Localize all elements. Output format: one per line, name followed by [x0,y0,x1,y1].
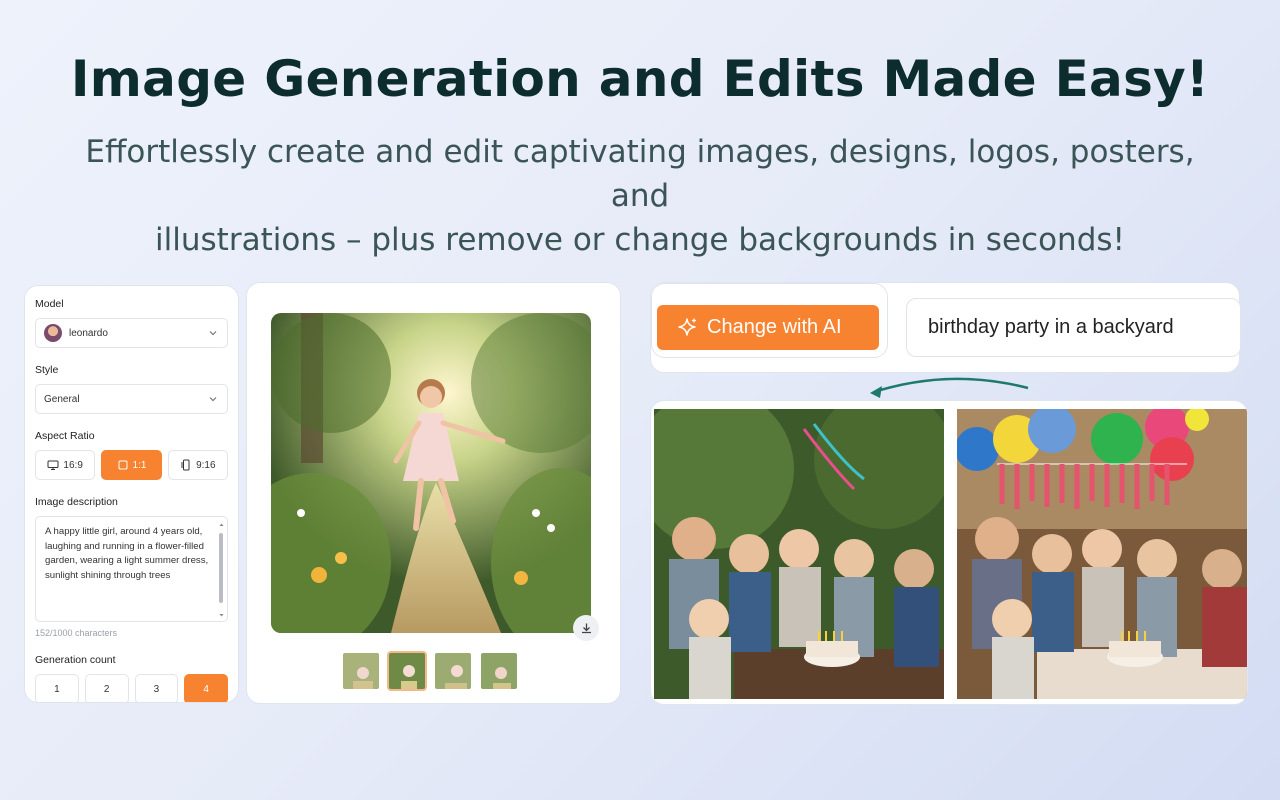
subtitle-line-2: illustrations – plus remove or change ba… [155,222,1125,258]
image-description-text: A happy little girl, around 4 years old,… [45,526,209,581]
generation-count-3[interactable]: 3 [134,674,179,702]
download-icon [581,623,591,633]
arrow-icon [870,377,1029,398]
edit-prompt-text: birthday party in a backyard [928,316,1174,338]
change-with-ai-button[interactable]: Change with AI [657,305,879,350]
model-select[interactable]: leonardo [35,318,228,348]
chevron-down-icon [209,397,217,402]
chevron-down-icon [209,331,217,336]
thumbnail-strip [341,651,519,691]
thumbnail[interactable] [433,651,473,691]
monitor-icon [47,460,59,470]
generation-count-4[interactable]: 4 [184,674,228,702]
thumbnail[interactable] [341,651,381,691]
generation-count-group: 1 2 3 4 [35,674,228,702]
aspect-ratio-group: 16:9 1:1 9:16 [35,450,228,480]
generation-count-1[interactable]: 1 [35,674,79,702]
original-photo [654,409,944,699]
style-select[interactable]: General [35,384,228,414]
scrollbar-thumb[interactable] [219,533,223,603]
edited-photo [957,409,1247,699]
subtitle-line-1: Effortlessly create and edit captivating… [85,134,1195,214]
edit-prompt-input[interactable]: birthday party in a backyard [906,298,1241,357]
sparkle-icon [678,317,696,336]
generated-image-card [246,282,621,704]
aspect-9-16-button[interactable]: 9:16 [167,450,228,480]
download-button[interactable] [573,615,599,641]
generation-count-2[interactable]: 2 [84,674,129,702]
model-label: Model [35,298,64,310]
aspect-ratio-label: Aspect Ratio [35,430,95,442]
phone-icon [181,459,190,471]
style-value: General [44,393,80,405]
generation-count-label: Generation count [35,654,116,666]
model-avatar [44,324,62,342]
aspect-9-16-label: 9:16 [196,459,216,471]
page-subtitle: Effortlessly create and edit captivating… [60,130,1220,262]
page-title: Image Generation and Edits Made Easy! [70,50,1210,108]
thumbnail[interactable] [479,651,519,691]
aspect-16-9-button[interactable]: 16:9 [35,450,96,480]
thumbnail-selected[interactable] [387,651,427,691]
character-count: 152/1000 characters [35,628,118,638]
square-icon [118,460,128,470]
change-with-ai-label: Change with AI [707,316,842,338]
aspect-1-1-label: 1:1 [132,459,147,471]
image-description-textarea[interactable]: A happy little girl, around 4 years old,… [35,516,228,622]
generated-image [271,313,591,633]
generation-settings-panel: Model leonardo Style General Aspect Rati… [24,285,239,703]
aspect-1-1-button[interactable]: 1:1 [101,450,162,480]
aspect-16-9-label: 16:9 [63,459,83,471]
model-value: leonardo [69,327,108,339]
before-after-comparison [650,400,1248,705]
style-label: Style [35,364,59,376]
image-description-label: Image description [35,496,118,508]
